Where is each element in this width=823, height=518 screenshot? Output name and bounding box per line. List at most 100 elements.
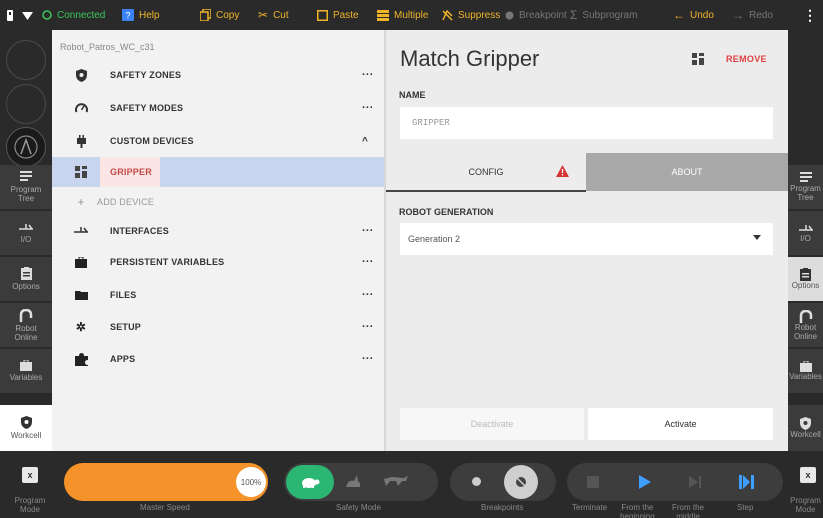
power-icon[interactable] bbox=[6, 0, 14, 30]
nav-variables[interactable]: Variables bbox=[788, 349, 823, 393]
stop-icon[interactable] bbox=[587, 476, 599, 488]
redo-button[interactable]: → Redo bbox=[732, 0, 773, 30]
program-mode-button-right[interactable]: x bbox=[800, 467, 816, 483]
help-button[interactable]: ? Help bbox=[122, 0, 160, 30]
tree-item-interfaces[interactable]: INTERFACES ··· bbox=[52, 216, 384, 246]
briefcase-icon bbox=[74, 255, 88, 269]
breakpoints-group bbox=[450, 463, 556, 501]
tree-item-label: ADD DEVICE bbox=[97, 197, 155, 207]
tree-item-persistent-variables[interactable]: PERSISTENT VARIABLES ··· bbox=[52, 247, 384, 277]
tab-about[interactable]: ABOUT bbox=[586, 153, 788, 191]
activate-button[interactable]: Activate bbox=[588, 408, 773, 440]
breakpoints-label: Breakpoints bbox=[481, 503, 524, 512]
nav-label: I/O bbox=[800, 233, 811, 243]
tree-item-apps[interactable]: APPS ··· bbox=[52, 344, 384, 374]
nav-workcell[interactable]: Workcell bbox=[788, 405, 823, 451]
tree-item-safety-modes[interactable]: SAFETY MODES ··· bbox=[52, 93, 384, 123]
cheetah-icon[interactable] bbox=[384, 475, 408, 489]
master-speed-label: Master Speed bbox=[140, 503, 190, 512]
nav-io[interactable]: I/O bbox=[0, 211, 52, 255]
robot-generation-select[interactable]: Generation 2 bbox=[400, 223, 773, 255]
deactivate-button[interactable]: Deactivate bbox=[400, 408, 584, 440]
tree-item-custom-devices[interactable]: CUSTOM DEVICES ^ bbox=[52, 126, 384, 156]
suppress-button[interactable]: Suppress bbox=[442, 0, 500, 30]
nav-circle-2[interactable] bbox=[6, 84, 46, 124]
tree-item-safety-zones[interactable]: SAFETY ZONES ··· bbox=[52, 60, 384, 90]
from-beginning-label: From the beginning bbox=[620, 503, 655, 518]
nav-options[interactable]: Options bbox=[788, 257, 823, 301]
tree-item-setup[interactable]: ✲ SETUP ··· bbox=[52, 312, 384, 342]
program-mode-button[interactable]: x bbox=[22, 467, 38, 483]
plus-icon: + bbox=[77, 195, 85, 209]
nav-label: Robot Online bbox=[793, 322, 818, 341]
overflow-menu-icon[interactable]: ⋮ bbox=[803, 0, 817, 30]
paste-button[interactable]: Paste bbox=[317, 0, 359, 30]
more-options-icon[interactable]: ··· bbox=[362, 321, 374, 333]
robot-avatar-icon[interactable] bbox=[6, 127, 46, 167]
copy-button[interactable]: Copy bbox=[200, 0, 239, 30]
turtle-mode-button[interactable] bbox=[286, 465, 334, 499]
tree-item-add-device[interactable]: + ADD DEVICE bbox=[52, 187, 384, 217]
right-sidebar: Program Tree I/O Options Robot Online Va… bbox=[788, 30, 823, 451]
nav-program-tree[interactable]: Program Tree bbox=[788, 165, 823, 209]
nav-workcell[interactable]: Workcell bbox=[0, 405, 52, 451]
multiple-button[interactable]: Multiple bbox=[377, 0, 428, 30]
nav-label: Program Tree bbox=[790, 184, 821, 202]
from-middle-label: From the middle bbox=[672, 503, 705, 518]
tab-bar: CONFIG ABOUT bbox=[386, 153, 788, 192]
connection-status[interactable]: Connected bbox=[42, 0, 105, 30]
name-field[interactable]: GRIPPER bbox=[400, 107, 773, 139]
play-from-middle-icon[interactable] bbox=[689, 476, 701, 490]
safety-mode-label: Safety Mode bbox=[336, 503, 381, 512]
chevron-up-icon[interactable]: ^ bbox=[362, 136, 368, 147]
layout-icon[interactable] bbox=[692, 52, 704, 70]
subprogram-button[interactable]: Σ Subprogram bbox=[570, 0, 637, 30]
skip-breakpoints-button[interactable] bbox=[504, 465, 538, 499]
more-options-icon[interactable]: ··· bbox=[362, 353, 374, 365]
nav-program-tree[interactable]: Program Tree bbox=[0, 165, 52, 209]
nav-label: Program Tree bbox=[10, 185, 42, 203]
page-title: Match Gripper bbox=[400, 46, 540, 71]
top-toolbar: Connected ? Help Copy ✂ Cut Paste Multip… bbox=[0, 0, 823, 30]
tree-item-label: PERSISTENT VARIABLES bbox=[110, 257, 225, 267]
play-icon[interactable] bbox=[639, 475, 651, 491]
tab-config[interactable]: CONFIG bbox=[386, 153, 586, 191]
gear-icon: ✲ bbox=[75, 320, 87, 334]
tree-item-gripper[interactable]: GRIPPER bbox=[52, 157, 384, 187]
nav-robot-online[interactable]: Robot Online bbox=[788, 303, 823, 347]
more-options-icon[interactable]: ··· bbox=[362, 225, 374, 237]
briefcase-icon bbox=[20, 360, 32, 371]
remove-button[interactable]: REMOVE bbox=[726, 54, 767, 64]
multiple-icon bbox=[377, 9, 389, 21]
tree-item-files[interactable]: FILES ··· bbox=[52, 280, 384, 310]
briefcase-icon bbox=[799, 361, 812, 372]
suppress-icon bbox=[442, 9, 453, 21]
undo-button[interactable]: ← Undo bbox=[673, 0, 714, 30]
speed-knob[interactable]: 100% bbox=[236, 467, 266, 497]
more-options-icon[interactable]: ··· bbox=[362, 69, 374, 81]
step-icon[interactable] bbox=[739, 475, 755, 491]
nav-variables[interactable]: Variables bbox=[0, 349, 52, 393]
more-options-icon[interactable]: ··· bbox=[362, 256, 374, 268]
terminate-label: Terminate bbox=[572, 503, 608, 512]
breakpoint-button[interactable]: Breakpoint bbox=[505, 0, 567, 30]
master-speed-slider[interactable]: 100% bbox=[64, 463, 268, 501]
arrow-left-icon: ← bbox=[673, 8, 685, 22]
more-options-icon[interactable]: ··· bbox=[362, 289, 374, 301]
breakpoint-icon[interactable] bbox=[472, 477, 481, 486]
rabbit-icon[interactable] bbox=[344, 473, 362, 491]
nav-options[interactable]: Options bbox=[0, 257, 52, 301]
layout-icon bbox=[74, 165, 88, 179]
cut-button[interactable]: ✂ Cut bbox=[258, 0, 289, 30]
nav-label: Options bbox=[12, 282, 40, 291]
wifi-icon[interactable] bbox=[22, 0, 33, 30]
nav-robot-online[interactable]: Robot Online bbox=[0, 303, 52, 347]
robot-generation-label: ROBOT GENERATION bbox=[399, 207, 494, 217]
more-options-icon[interactable]: ··· bbox=[362, 102, 374, 114]
nav-circle-1[interactable] bbox=[6, 40, 46, 80]
subprogram-label: Subprogram bbox=[582, 9, 638, 21]
puzzle-icon bbox=[74, 352, 88, 366]
nav-label: Robot Online bbox=[14, 323, 38, 342]
connected-icon bbox=[42, 10, 52, 20]
nav-io[interactable]: I/O bbox=[788, 211, 823, 255]
